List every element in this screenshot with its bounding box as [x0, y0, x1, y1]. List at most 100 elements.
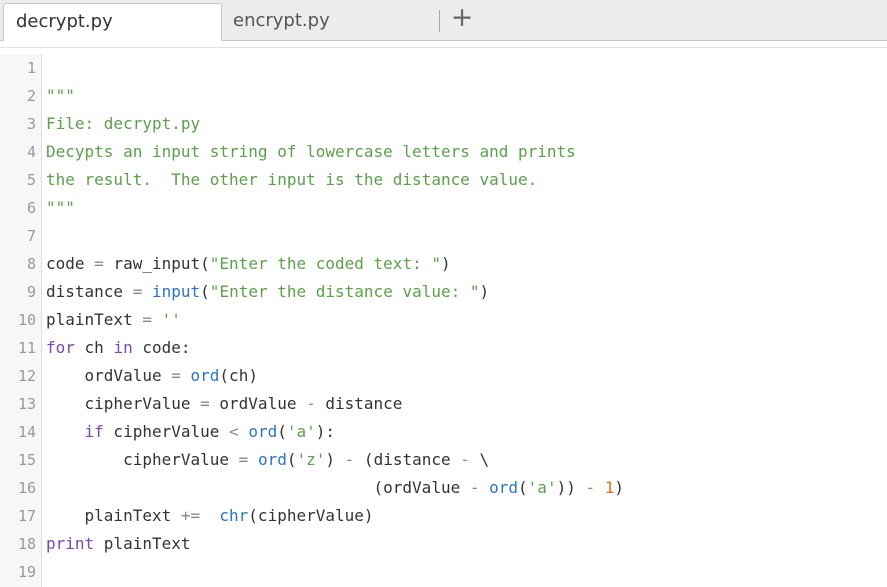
code-line[interactable]: 16 (ordValue - ord('a')) - 1) — [0, 474, 887, 502]
code-line[interactable]: 14 if cipherValue < ord('a'): — [0, 418, 887, 446]
line-number: 8 — [26, 255, 36, 273]
tab-decrypt-py[interactable]: decrypt.py — [3, 3, 222, 42]
code-token: ord — [489, 478, 519, 497]
code-token: ) — [614, 478, 625, 497]
code-token: cipherValue — [103, 422, 230, 441]
code-token: input — [151, 282, 201, 301]
line-number: 7 — [26, 227, 36, 245]
code-token: ord — [190, 366, 220, 385]
code-line[interactable]: 11 for ch in code: — [0, 334, 887, 362]
line-number: 12 — [17, 367, 36, 385]
tab-encrypt-py[interactable]: encrypt.py — [222, 3, 438, 41]
code-line[interactable]: 10 plainText = '' — [0, 306, 887, 334]
code-token: ordValue — [209, 394, 307, 413]
code-token: (distance — [354, 450, 461, 469]
code-text: """ — [46, 194, 75, 222]
code-token: chr — [219, 506, 249, 525]
code-token: plainText — [46, 506, 181, 525]
code-token: 'a' — [286, 422, 316, 441]
code-text: cipherValue = ord('z') - (distance - \ — [46, 446, 489, 474]
code-token: += — [180, 506, 201, 525]
code-token: plainText — [94, 534, 191, 553]
code-line[interactable]: 8 code = raw_input("Enter the coded text:… — [0, 250, 887, 278]
code-text: code = raw_input("Enter the coded text: … — [46, 250, 451, 278]
code-text: cipherValue = ordValue - distance — [46, 390, 403, 418]
code-token: - — [585, 478, 596, 497]
code-token: = — [171, 366, 181, 385]
code-token: ord — [257, 450, 287, 469]
code-token: "Enter the coded text: " — [209, 254, 441, 273]
code-editor[interactable]: 1 2 """ 3 File: decrypt.py 4 Decypts an input … — [0, 54, 887, 587]
code-line[interactable]: 7 — [0, 222, 887, 250]
code-token: ( — [200, 282, 210, 301]
code-line[interactable]: 9 distance = input("Enter the distance va… — [0, 278, 887, 306]
add-tab-button[interactable]: + — [448, 4, 476, 32]
code-line[interactable]: 17 plainText += chr(cipherValue) — [0, 502, 887, 530]
code-text: plainText = '' — [46, 306, 181, 334]
code-line[interactable]: 4 Decypts an input string of lowercase le… — [0, 138, 887, 166]
code-line[interactable]: 13 cipherValue = ordValue - distance — [0, 390, 887, 418]
plus-icon: + — [450, 2, 474, 33]
tab-label: decrypt.py — [16, 11, 113, 32]
line-number: 4 — [26, 143, 36, 161]
code-token: 1 — [604, 478, 615, 497]
code-line[interactable]: 3 File: decrypt.py — [0, 110, 887, 138]
code-line[interactable]: 1 — [0, 54, 887, 82]
code-token: ordValue — [46, 366, 172, 385]
line-number: 11 — [17, 339, 36, 357]
code-token: \ — [469, 450, 490, 469]
code-line[interactable]: 18 print plainText — [0, 530, 887, 558]
code-token: File: decrypt.py — [46, 114, 201, 133]
code-token: ) — [479, 282, 490, 301]
code-token: )) — [556, 478, 586, 497]
code-token: ch — [74, 338, 114, 357]
code-token: cipherValue — [46, 394, 201, 413]
line-number: 13 — [17, 395, 36, 413]
code-token: plainText — [46, 310, 143, 329]
tab-separator — [439, 10, 440, 32]
code-line[interactable]: 19 — [0, 558, 887, 586]
code-token: = — [94, 254, 104, 273]
line-number: 2 — [26, 87, 36, 105]
code-token: (ordValue — [46, 478, 470, 497]
code-token: - — [344, 450, 355, 469]
code-token: print — [46, 534, 95, 553]
code-token: 'z' — [296, 450, 326, 469]
code-text: print plainText — [46, 530, 191, 558]
code-token: - — [306, 394, 316, 413]
code-token: code: — [132, 338, 191, 357]
line-number: 1 — [26, 59, 36, 77]
code-token: raw_input( — [103, 254, 210, 273]
code-line[interactable]: 6 """ — [0, 194, 887, 222]
line-number: 3 — [26, 115, 36, 133]
code-line[interactable]: 12 ordValue = ord(ch) — [0, 362, 887, 390]
code-token: '' — [161, 310, 181, 329]
code-line[interactable]: 5 the result. The other input is the dist… — [0, 166, 887, 194]
code-token: ord — [248, 422, 278, 441]
code-line[interactable]: 15 cipherValue = ord('z') - (distance - … — [0, 446, 887, 474]
code-token: in — [113, 338, 133, 357]
code-line[interactable]: 2 """ — [0, 82, 887, 110]
code-text: distance = input("Enter the distance val… — [46, 278, 489, 306]
code-token: = — [132, 282, 143, 301]
code-text: Decypts an input string of lowercase let… — [46, 138, 576, 166]
code-token: code — [46, 254, 95, 273]
code-token: - — [460, 450, 470, 469]
line-number: 10 — [17, 311, 36, 329]
code-token: ( — [277, 422, 287, 441]
code-token: (cipherValue) — [248, 506, 374, 525]
line-number: 18 — [17, 535, 36, 553]
line-number: 19 — [17, 563, 36, 581]
code-token: """ — [46, 198, 75, 217]
code-token: cipherValue — [46, 450, 239, 469]
code-token: 'a' — [527, 478, 557, 497]
line-number: 16 — [17, 479, 36, 497]
code-token: for — [46, 338, 75, 357]
line-number: 5 — [26, 171, 36, 189]
